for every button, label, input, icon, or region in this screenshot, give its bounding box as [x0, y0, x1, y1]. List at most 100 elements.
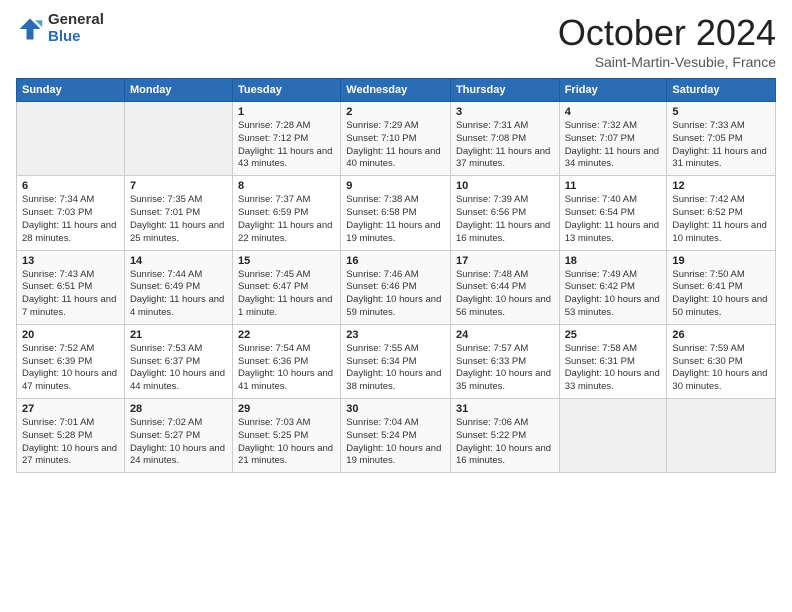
- week-row-4: 20 Sunrise: 7:52 AM Sunset: 6:39 PM Dayli…: [17, 324, 776, 398]
- calendar-cell: 8Sunrise: 7:37 AM Sunset: 6:59 PM Daylig…: [233, 176, 341, 250]
- calendar-cell: 25 Sunrise: 7:58 AM Sunset: 6:31 PM Dayli…: [559, 324, 667, 398]
- title-month: October 2024: [558, 12, 776, 54]
- calendar-cell: 3 Sunrise: 7:31 AM Sunset: 7:08 PM Daylig…: [450, 102, 559, 176]
- day-info: Sunrise: 7:42 AM Sunset: 6:52 PM Dayligh…: [672, 194, 770, 245]
- day-info: Sunrise: 7:02 AM Sunset: 5:27 PM Dayligh…: [130, 417, 227, 468]
- title-block: October 2024 Saint-Martin-Vesubie, Franc…: [558, 12, 776, 70]
- calendar-cell: [17, 102, 125, 176]
- header-row: SundayMondayTuesdayWednesdayThursdayFrid…: [17, 79, 776, 102]
- day-info: Sunrise: 7:40 AM Sunset: 6:54 PM Dayligh…: [565, 194, 662, 245]
- day-number: 2: [346, 106, 445, 118]
- calendar-cell: 27Sunrise: 7:01 AM Sunset: 5:28 PM Dayli…: [17, 399, 125, 473]
- week-row-5: 27Sunrise: 7:01 AM Sunset: 5:28 PM Dayli…: [17, 399, 776, 473]
- col-header-saturday: Saturday: [667, 79, 776, 102]
- day-info: Sunrise: 7:37 AM Sunset: 6:59 PM Dayligh…: [238, 194, 335, 245]
- calendar-cell: 21 Sunrise: 7:53 AM Sunset: 6:37 PM Dayli…: [124, 324, 232, 398]
- day-info: Sunrise: 7:29 AM Sunset: 7:10 PM Dayligh…: [346, 120, 445, 171]
- calendar-cell: 29 Sunrise: 7:03 AM Sunset: 5:25 PM Dayli…: [233, 399, 341, 473]
- day-info: Sunrise: 7:59 AM Sunset: 6:30 PM Dayligh…: [672, 343, 770, 394]
- calendar-cell: 26 Sunrise: 7:59 AM Sunset: 6:30 PM Dayli…: [667, 324, 776, 398]
- day-number: 31: [456, 403, 554, 415]
- calendar-cell: [559, 399, 667, 473]
- day-info: Sunrise: 7:52 AM Sunset: 6:39 PM Dayligh…: [22, 343, 119, 394]
- day-number: 22: [238, 329, 335, 341]
- day-info: Sunrise: 7:03 AM Sunset: 5:25 PM Dayligh…: [238, 417, 335, 468]
- col-header-wednesday: Wednesday: [341, 79, 451, 102]
- page: General Blue October 2024 Saint-Martin-V…: [0, 0, 792, 612]
- logo-blue-text: Blue: [48, 29, 104, 46]
- calendar-cell: [124, 102, 232, 176]
- calendar-cell: 30 Sunrise: 7:04 AM Sunset: 5:24 PM Dayli…: [341, 399, 451, 473]
- day-number: 1: [238, 106, 335, 118]
- calendar-cell: 14Sunrise: 7:44 AM Sunset: 6:49 PM Dayli…: [124, 250, 232, 324]
- day-info: Sunrise: 7:50 AM Sunset: 6:41 PM Dayligh…: [672, 269, 770, 320]
- day-info: Sunrise: 7:54 AM Sunset: 6:36 PM Dayligh…: [238, 343, 335, 394]
- calendar-cell: 20 Sunrise: 7:52 AM Sunset: 6:39 PM Dayli…: [17, 324, 125, 398]
- calendar-cell: 18 Sunrise: 7:49 AM Sunset: 6:42 PM Dayli…: [559, 250, 667, 324]
- col-header-monday: Monday: [124, 79, 232, 102]
- calendar-cell: 9Sunrise: 7:38 AM Sunset: 6:58 PM Daylig…: [341, 176, 451, 250]
- day-number: 30: [346, 403, 445, 415]
- day-number: 11: [565, 180, 662, 192]
- calendar-cell: 5 Sunrise: 7:33 AM Sunset: 7:05 PM Daylig…: [667, 102, 776, 176]
- day-info: Sunrise: 7:28 AM Sunset: 7:12 PM Dayligh…: [238, 120, 335, 171]
- calendar-cell: 23Sunrise: 7:55 AM Sunset: 6:34 PM Dayli…: [341, 324, 451, 398]
- calendar-cell: 17Sunrise: 7:48 AM Sunset: 6:44 PM Dayli…: [450, 250, 559, 324]
- day-info: Sunrise: 7:35 AM Sunset: 7:01 PM Dayligh…: [130, 194, 227, 245]
- day-number: 4: [565, 106, 662, 118]
- day-number: 13: [22, 255, 119, 267]
- day-info: Sunrise: 7:01 AM Sunset: 5:28 PM Dayligh…: [22, 417, 119, 468]
- calendar-cell: 24 Sunrise: 7:57 AM Sunset: 6:33 PM Dayli…: [450, 324, 559, 398]
- day-number: 6: [22, 180, 119, 192]
- day-number: 3: [456, 106, 554, 118]
- day-info: Sunrise: 7:06 AM Sunset: 5:22 PM Dayligh…: [456, 417, 554, 468]
- calendar-cell: 28 Sunrise: 7:02 AM Sunset: 5:27 PM Dayli…: [124, 399, 232, 473]
- day-info: Sunrise: 7:43 AM Sunset: 6:51 PM Dayligh…: [22, 269, 119, 320]
- day-info: Sunrise: 7:57 AM Sunset: 6:33 PM Dayligh…: [456, 343, 554, 394]
- day-info: Sunrise: 7:39 AM Sunset: 6:56 PM Dayligh…: [456, 194, 554, 245]
- day-number: 19: [672, 255, 770, 267]
- calendar-cell: 15Sunrise: 7:45 AM Sunset: 6:47 PM Dayli…: [233, 250, 341, 324]
- day-info: Sunrise: 7:58 AM Sunset: 6:31 PM Dayligh…: [565, 343, 662, 394]
- day-info: Sunrise: 7:33 AM Sunset: 7:05 PM Dayligh…: [672, 120, 770, 171]
- calendar-cell: 12 Sunrise: 7:42 AM Sunset: 6:52 PM Dayli…: [667, 176, 776, 250]
- day-number: 9: [346, 180, 445, 192]
- col-header-thursday: Thursday: [450, 79, 559, 102]
- week-row-2: 6 Sunrise: 7:34 AM Sunset: 7:03 PM Daylig…: [17, 176, 776, 250]
- calendar-cell: 10 Sunrise: 7:39 AM Sunset: 6:56 PM Dayli…: [450, 176, 559, 250]
- day-number: 12: [672, 180, 770, 192]
- day-number: 16: [346, 255, 445, 267]
- calendar-cell: 4 Sunrise: 7:32 AM Sunset: 7:07 PM Daylig…: [559, 102, 667, 176]
- day-number: 7: [130, 180, 227, 192]
- day-info: Sunrise: 7:55 AM Sunset: 6:34 PM Dayligh…: [346, 343, 445, 394]
- logo-icon: [16, 15, 44, 43]
- day-number: 29: [238, 403, 335, 415]
- day-number: 21: [130, 329, 227, 341]
- day-number: 26: [672, 329, 770, 341]
- day-number: 5: [672, 106, 770, 118]
- day-info: Sunrise: 7:48 AM Sunset: 6:44 PM Dayligh…: [456, 269, 554, 320]
- day-number: 20: [22, 329, 119, 341]
- day-info: Sunrise: 7:34 AM Sunset: 7:03 PM Dayligh…: [22, 194, 119, 245]
- col-header-tuesday: Tuesday: [233, 79, 341, 102]
- day-info: Sunrise: 7:31 AM Sunset: 7:08 PM Dayligh…: [456, 120, 554, 171]
- day-number: 18: [565, 255, 662, 267]
- day-number: 10: [456, 180, 554, 192]
- day-number: 25: [565, 329, 662, 341]
- day-number: 14: [130, 255, 227, 267]
- logo-text: General Blue: [48, 12, 104, 45]
- title-location: Saint-Martin-Vesubie, France: [558, 54, 776, 70]
- day-info: Sunrise: 7:32 AM Sunset: 7:07 PM Dayligh…: [565, 120, 662, 171]
- day-info: Sunrise: 7:49 AM Sunset: 6:42 PM Dayligh…: [565, 269, 662, 320]
- day-number: 24: [456, 329, 554, 341]
- day-info: Sunrise: 7:04 AM Sunset: 5:24 PM Dayligh…: [346, 417, 445, 468]
- day-info: Sunrise: 7:53 AM Sunset: 6:37 PM Dayligh…: [130, 343, 227, 394]
- day-info: Sunrise: 7:46 AM Sunset: 6:46 PM Dayligh…: [346, 269, 445, 320]
- calendar-cell: 31 Sunrise: 7:06 AM Sunset: 5:22 PM Dayli…: [450, 399, 559, 473]
- day-number: 28: [130, 403, 227, 415]
- calendar-cell: 6 Sunrise: 7:34 AM Sunset: 7:03 PM Daylig…: [17, 176, 125, 250]
- calendar-cell: 13 Sunrise: 7:43 AM Sunset: 6:51 PM Dayli…: [17, 250, 125, 324]
- calendar-cell: 16 Sunrise: 7:46 AM Sunset: 6:46 PM Dayli…: [341, 250, 451, 324]
- week-row-3: 13 Sunrise: 7:43 AM Sunset: 6:51 PM Dayli…: [17, 250, 776, 324]
- week-row-1: 1 Sunrise: 7:28 AM Sunset: 7:12 PM Daylig…: [17, 102, 776, 176]
